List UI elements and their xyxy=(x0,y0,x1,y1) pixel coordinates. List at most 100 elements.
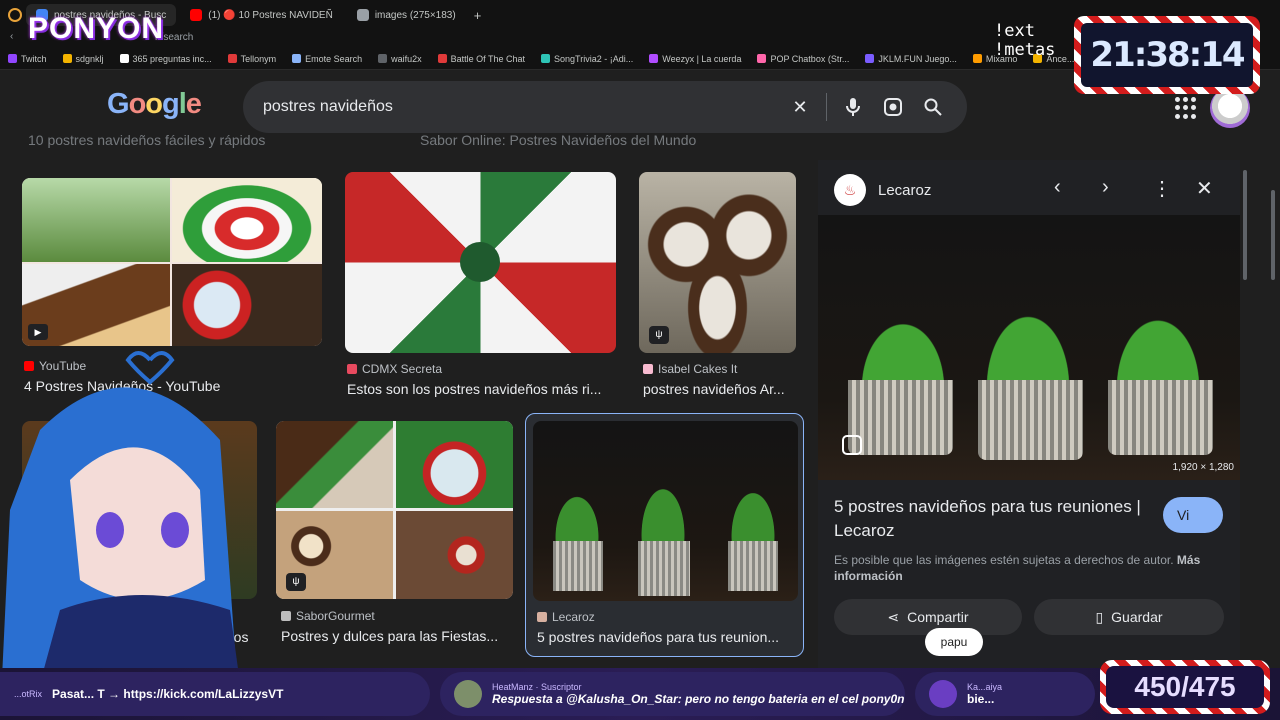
result-thumbnail[interactable] xyxy=(22,421,257,599)
bookmark-favicon-icon xyxy=(972,54,982,63)
result-title[interactable]: ...os xyxy=(222,629,262,645)
source-label: Lecaroz xyxy=(552,610,595,624)
page-scrollbar[interactable] xyxy=(1271,190,1275,280)
bookmark-item[interactable]: 365 preguntas inc... xyxy=(112,54,220,64)
result-thumbnail[interactable] xyxy=(533,421,798,601)
bookmark-item[interactable]: Emote Search xyxy=(284,54,370,64)
search-box[interactable]: postres navideños ✕ xyxy=(243,81,967,133)
tab-youtube[interactable]: (1) 🔴 10 Postres NAVIDEÑ xyxy=(180,4,343,26)
bookmark-label: sdgnklj xyxy=(75,53,104,64)
result-title[interactable]: Postres y dulces para las Fiestas... xyxy=(281,628,513,644)
more-options-icon[interactable]: ⋮ xyxy=(1152,176,1172,201)
chat-badge: Suscriptor xyxy=(541,682,582,692)
account-avatar[interactable] xyxy=(1210,88,1250,128)
lecaroz-logo-icon[interactable]: ♨ xyxy=(834,174,866,206)
lens-icon[interactable] xyxy=(879,93,907,121)
source-label: Isabel Cakes It xyxy=(658,362,738,376)
apps-grid-icon[interactable] xyxy=(1175,97,1197,119)
bookmark-item[interactable]: Twitch xyxy=(0,54,55,64)
share-label: Compartir xyxy=(907,609,969,625)
panel-title[interactable]: 5 postres navideños para tus reuniones |… xyxy=(834,495,1154,543)
image-result[interactable]: ▶ YouTube 4 Postres Navideños - YouTube xyxy=(22,178,322,398)
youtube-favicon-icon xyxy=(190,9,203,21)
previous-icon[interactable]: ‹ xyxy=(1054,176,1061,199)
video-play-icon: ▶ xyxy=(28,324,48,340)
bookmark-item[interactable]: sdgnklj xyxy=(55,54,112,64)
copyright-text: Es posible que las imágenes estén sujeta… xyxy=(834,553,1174,567)
bookmark-label: Battle Of The Chat xyxy=(450,53,526,64)
result-thumbnail[interactable]: ψ xyxy=(276,421,513,599)
isabel-favicon-icon xyxy=(643,364,653,374)
browser-menu-icon[interactable] xyxy=(8,8,22,22)
bookmark-item[interactable]: SongTrivia2 - ¡Adi... xyxy=(533,54,641,64)
stream-clock: 21:38:14 xyxy=(1074,16,1260,94)
result-thumbnail[interactable] xyxy=(345,172,616,353)
visit-button[interactable]: Vi xyxy=(1163,497,1223,533)
result-source: CDMX Secreta xyxy=(347,362,442,376)
search-input[interactable]: postres navideños xyxy=(263,98,774,116)
bookmark-favicon-icon xyxy=(437,54,447,63)
result-title[interactable]: Estos son los postres navideños más ri..… xyxy=(347,381,615,397)
image-result[interactable]: CDMX Secreta Estos son los postres navid… xyxy=(345,172,617,398)
chat-ticker: ...otRix Pasat... T → https://kick.com/L… xyxy=(0,668,1280,720)
microphone-icon[interactable] xyxy=(839,93,867,121)
image-result[interactable]: ψ SaborGourmet Postres y dulces para las… xyxy=(276,421,514,651)
result-source: Lecaroz xyxy=(537,610,595,624)
bookmark-label: Emote Search xyxy=(305,53,363,64)
command-text: !ext !metas xyxy=(994,21,1056,60)
faded-result-title[interactable]: 10 postres navideños fáciles y rápidos xyxy=(28,132,265,148)
chat-message: ...otRix Pasat... T → https://kick.com/L… xyxy=(0,672,430,716)
bookmark-label: waifu2x xyxy=(391,53,422,64)
bookmark-label: 365 preguntas inc... xyxy=(132,53,212,64)
result-title[interactable]: 4 Postres Navideños - YouTube xyxy=(24,378,314,394)
image-preview-panel: ♨ Lecaroz ‹ › ⋮ ✕ 1,920 × 1,280 5 postre… xyxy=(818,160,1240,720)
result-thumbnail[interactable]: ψ xyxy=(639,172,796,353)
saborgourmet-favicon-icon xyxy=(281,611,291,621)
result-source: SaborGourmet xyxy=(281,609,375,623)
bookmark-label: JKLM.FUN Juego... xyxy=(878,53,957,64)
share-icon: ⋖ xyxy=(887,608,900,625)
next-icon[interactable]: › xyxy=(1102,176,1109,199)
bookmark-item[interactable]: waifu2x xyxy=(370,54,430,64)
bookmark-favicon-icon xyxy=(292,54,302,63)
selected-image-result[interactable]: Lecaroz 5 postres navideños para tus reu… xyxy=(525,413,804,657)
lens-search-icon[interactable] xyxy=(842,435,862,455)
clear-icon[interactable]: ✕ xyxy=(786,93,814,121)
image-result[interactable]: ψ Isabel Cakes It postres navideños Ar..… xyxy=(639,172,797,398)
bookmark-item[interactable]: Weezyx | La cuerda xyxy=(641,54,749,64)
save-label: Guardar xyxy=(1111,609,1163,625)
result-thumbnail[interactable]: ▶ xyxy=(22,178,322,346)
share-button[interactable]: ⋖ Compartir xyxy=(834,599,1022,635)
bookmark-item[interactable]: Battle Of The Chat xyxy=(430,54,533,64)
result-source: YouTube xyxy=(24,359,86,373)
clock-time: 21:38:14 xyxy=(1081,23,1253,87)
faded-result-title[interactable]: Sabor Online: Postres Navideños del Mund… xyxy=(420,132,696,148)
bookmark-favicon-icon xyxy=(62,54,72,63)
bookmark-favicon-icon xyxy=(649,54,659,63)
bookmark-item[interactable]: POP Chatbox (Str... xyxy=(749,54,857,64)
bookmark-favicon-icon xyxy=(378,54,388,63)
copyright-note: Es posible que las imágenes estén sujeta… xyxy=(834,552,1214,584)
recipe-icon: ψ xyxy=(286,573,306,591)
bookmark-item[interactable]: JKLM.FUN Juego... xyxy=(857,54,965,64)
result-title[interactable]: postres navideños Ar... xyxy=(643,381,797,397)
tab-images[interactable]: images (275×183) xyxy=(347,4,466,26)
new-tab-icon[interactable]: + xyxy=(474,8,482,23)
chat-text: Pasat... T → https://kick.com/LaLizzysVT xyxy=(52,687,284,701)
back-icon[interactable]: ‹ xyxy=(10,31,13,42)
result-source: Isabel Cakes It xyxy=(643,362,737,376)
result-title[interactable]: 5 postres navideños para tus reunion... xyxy=(537,629,795,645)
preview-image[interactable] xyxy=(818,215,1240,480)
bookmark-favicon-icon xyxy=(865,54,875,63)
search-icon[interactable] xyxy=(919,93,947,121)
bookmark-item[interactable]: Tellonym xyxy=(220,54,285,64)
bookmark-favicon-icon xyxy=(757,54,767,63)
scrollbar[interactable] xyxy=(1243,170,1247,280)
image-result[interactable]: ...os xyxy=(22,421,258,651)
close-icon[interactable]: ✕ xyxy=(1196,176,1213,201)
panel-site-name[interactable]: Lecaroz xyxy=(878,182,931,199)
youtube-favicon-icon xyxy=(24,361,34,371)
google-logo[interactable]: Google xyxy=(107,88,202,121)
recipe-icon: ψ xyxy=(649,326,669,344)
save-button[interactable]: ▯ Guardar xyxy=(1034,599,1224,635)
